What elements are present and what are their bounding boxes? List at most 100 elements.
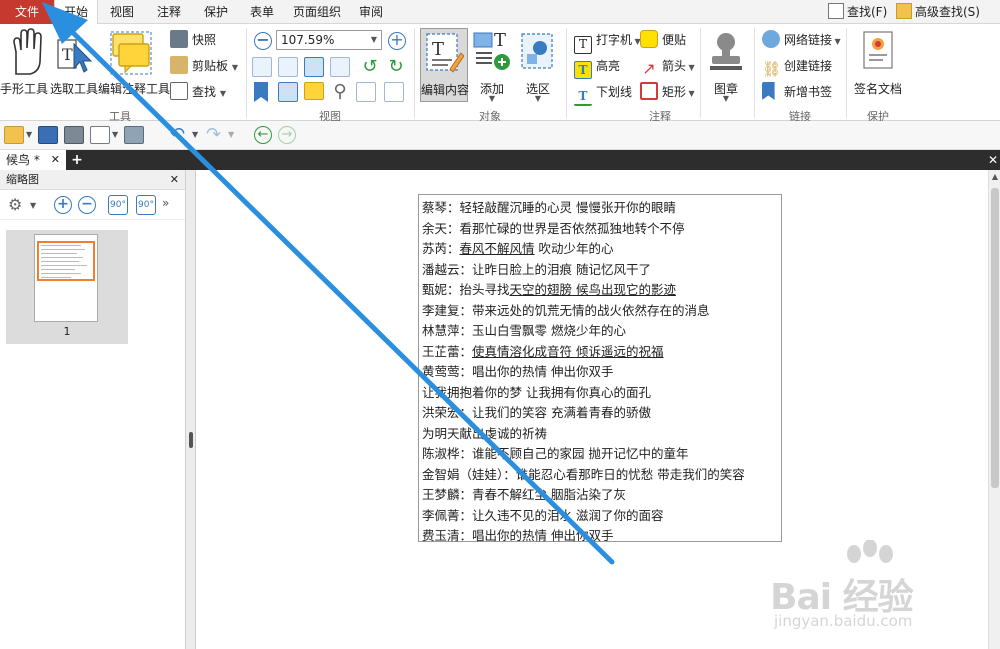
web-link-label: 网络链接 xyxy=(784,33,833,47)
rectangle-button[interactable]: 矩形 ▼ xyxy=(640,82,695,102)
menu-tab-view[interactable]: 视图 xyxy=(100,0,144,24)
highlight-button[interactable]: T 高亮 xyxy=(574,56,621,79)
web-link-button[interactable]: 网络链接 ▼ xyxy=(762,30,841,50)
close-icon[interactable]: ✕ xyxy=(51,150,60,170)
scrollbar-thumb[interactable] xyxy=(991,188,999,488)
lyric-text: 让昨日脸上的泪痕 随记忆风干了 xyxy=(472,261,651,277)
chevron-down-icon[interactable]: ▼ xyxy=(228,130,234,139)
document-tab-title: 候鸟 * xyxy=(6,153,40,167)
email-icon[interactable] xyxy=(90,126,110,144)
folder-search-icon xyxy=(896,3,912,19)
poem-line: 洪荣宏：让我们的笑容 充满着青春的骄傲 xyxy=(419,403,781,424)
find-icon xyxy=(170,82,188,100)
edit-annotation-tool-button[interactable]: 编辑注释工具 xyxy=(98,26,171,96)
menu-tab-review[interactable]: 审阅 xyxy=(350,0,392,24)
clipboard-button[interactable]: 剪贴板 ▼ xyxy=(170,56,238,76)
save-icon[interactable] xyxy=(38,126,58,144)
chevron-down-icon[interactable]: ▼ xyxy=(192,130,198,139)
next-view-icon[interactable]: → xyxy=(278,126,296,144)
page-thumbnail[interactable]: 1 xyxy=(6,230,128,344)
fit-page-icon[interactable] xyxy=(278,57,298,77)
redo-icon[interactable]: ↷ xyxy=(206,124,226,146)
hand-tool-label: 手形工具 xyxy=(0,82,49,96)
menu-tab-protect[interactable]: 保护 xyxy=(194,0,238,24)
stamp-button[interactable]: 图章 ▼ xyxy=(704,28,748,103)
lyric-text: 让我们的笑容 充满着青春的骄傲 xyxy=(472,405,651,420)
create-link-button[interactable]: ⛓ 创建链接 xyxy=(762,56,832,78)
layers-icon[interactable] xyxy=(356,82,376,102)
select-area-button[interactable]: 选区 ▼ xyxy=(516,28,560,103)
sign-document-button[interactable]: 签名文档 xyxy=(850,28,906,102)
open-folder-icon[interactable] xyxy=(4,126,24,144)
zoom-out-icon[interactable]: − xyxy=(78,196,96,214)
zoom-out-icon[interactable]: − xyxy=(254,32,272,50)
find-button[interactable]: 查找 ▼ xyxy=(170,82,226,102)
stamp-icon xyxy=(710,33,742,70)
underlined-lyric-text: 春风不解风情 xyxy=(459,241,535,256)
page-properties-icon[interactable] xyxy=(384,82,404,102)
lyric-text: 玉山白雪飘零 燃烧少年的心 xyxy=(472,323,626,338)
close-icon[interactable]: ✕ xyxy=(988,150,998,170)
splitter-grip[interactable] xyxy=(189,432,193,448)
page-thumbnail-icon[interactable] xyxy=(278,82,298,102)
add-object-button[interactable]: T 添加 ▼ xyxy=(470,28,514,103)
edit-annotation-tool-label: 编辑注释工具 xyxy=(98,82,171,96)
lyric-text: 抬头寻找 xyxy=(459,282,510,297)
fit-visible-icon[interactable] xyxy=(330,57,350,77)
snapshot-button[interactable]: 快照 xyxy=(170,30,216,50)
chevron-down-icon[interactable]: ▼ xyxy=(112,130,118,139)
zoom-in-icon[interactable]: + xyxy=(388,32,406,50)
print-icon[interactable] xyxy=(64,126,84,144)
camera-icon xyxy=(170,30,188,48)
rotate-right-icon[interactable]: 90° xyxy=(136,195,156,215)
zoom-level-select[interactable]: 107.59% ▼ xyxy=(276,30,382,50)
expand-more-icon[interactable]: » xyxy=(162,196,169,210)
menu-tab-file[interactable]: 文件 xyxy=(0,0,54,24)
group-divider xyxy=(414,28,415,118)
zoom-in-icon[interactable]: + xyxy=(54,196,72,214)
menu-tab-comment[interactable]: 注释 xyxy=(146,0,192,24)
fit-width-icon[interactable] xyxy=(304,57,324,77)
menu-tab-home[interactable]: 开始 xyxy=(54,0,98,25)
actual-size-icon[interactable] xyxy=(252,57,272,77)
edit-content-button[interactable]: T 编辑内容 xyxy=(420,28,469,102)
rotate-left-icon[interactable]: 90° xyxy=(108,195,128,215)
search-button[interactable]: 查找(F) xyxy=(828,0,887,24)
previous-view-icon[interactable]: ← xyxy=(254,126,272,144)
menu-tab-organize[interactable]: 页面组织 xyxy=(286,0,348,24)
hand-tool-button[interactable]: 手形工具 xyxy=(0,26,48,96)
thumbnail-text-line xyxy=(41,269,75,270)
speaker-name: 王芷蕾： xyxy=(422,343,473,359)
undo-icon[interactable]: ↶ xyxy=(170,124,190,146)
lyric-text: 谁能不顾自己的家园 抛开记忆中的童年 xyxy=(472,446,689,461)
new-bookmark-button[interactable]: 新增书签 xyxy=(762,82,832,102)
scan-icon[interactable] xyxy=(124,126,144,144)
speaker-name: 费玉清： xyxy=(422,528,473,543)
speaker-name: 苏芮： xyxy=(422,241,460,256)
rotate-left-icon[interactable]: ↺ xyxy=(360,57,380,77)
chevron-down-icon[interactable]: ▼ xyxy=(30,201,36,210)
advanced-search-button[interactable]: 高级查找(S) xyxy=(896,0,980,24)
attachment-icon[interactable]: ⚲ xyxy=(330,82,350,102)
bookmark-icon[interactable] xyxy=(254,82,268,102)
note-button[interactable]: 便贴 xyxy=(640,30,686,50)
poem-line: 李建复：带来远处的饥荒无情的战火依然存在的消息 xyxy=(419,301,781,322)
scroll-up-icon[interactable]: ▲ xyxy=(990,172,1000,182)
select-tool-button[interactable]: T 选取工具 xyxy=(50,26,98,96)
close-icon[interactable]: ✕ xyxy=(170,170,179,190)
chevron-down-icon[interactable]: ▼ xyxy=(26,130,32,139)
rotate-right-icon[interactable]: ↻ xyxy=(386,57,406,77)
highlight-label: 高亮 xyxy=(596,59,621,73)
typewriter-button[interactable]: T 打字机 ▼ xyxy=(574,30,641,54)
sign-document-label: 签名文档 xyxy=(853,82,902,96)
underline-button[interactable]: T 下划线 xyxy=(574,82,632,106)
advanced-search-label: 高级查找(S) xyxy=(915,5,980,19)
gear-icon[interactable]: ⚙ xyxy=(8,196,26,214)
panel-splitter[interactable] xyxy=(186,170,196,649)
menu-tab-form[interactable]: 表单 xyxy=(240,0,284,24)
arrow-annotation-button[interactable]: ↗ 箭头 ▼ xyxy=(640,56,694,78)
add-tab-icon[interactable]: + xyxy=(70,153,84,167)
comment-panel-icon[interactable] xyxy=(304,82,324,100)
document-tab[interactable]: 候鸟 * ✕ xyxy=(0,150,66,170)
text-block[interactable]: 蔡琴：轻轻敲醒沉睡的心灵 慢慢张开你的眼睛 余天：看那忙碌的世界是否依然孤独地转… xyxy=(418,194,782,543)
